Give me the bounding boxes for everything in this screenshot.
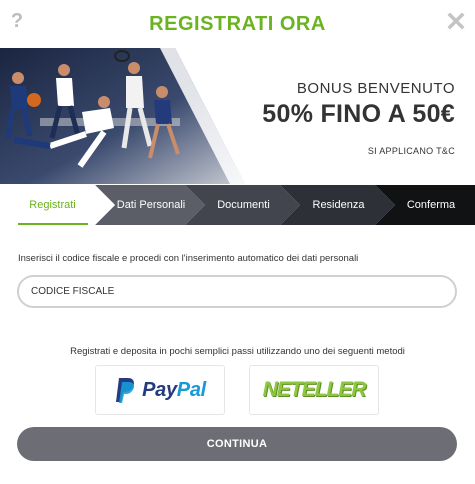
step-registrati: Registrati <box>29 199 76 211</box>
close-icon[interactable] <box>447 12 465 30</box>
paypal-button[interactable]: PayPal <box>95 365 225 415</box>
payment-methods-label: Registrati e deposita in pochi semplici … <box>70 346 405 357</box>
sports-athletes-image <box>0 48 245 184</box>
paypal-logo-text: PayPal <box>142 378 206 401</box>
terms-note: SI APPLICANO T&C <box>367 146 455 156</box>
page-title: REGISTRATI ORA <box>149 13 326 35</box>
neteller-button[interactable]: NETELLER <box>249 365 379 415</box>
step-conferma: Conferma <box>406 199 456 211</box>
registration-steps: Registrati Dati Personali Documenti Resi… <box>0 185 475 225</box>
step-residenza: Residenza <box>312 199 365 211</box>
codice-fiscale-instruction: Inserisci il codice fiscale e procedi co… <box>18 253 359 264</box>
step-documenti: Documenti <box>217 199 270 211</box>
modal-header: ? REGISTRATI ORA <box>0 0 475 48</box>
step-dati-personali: Dati Personali <box>116 199 186 211</box>
neteller-logo-text: NETELLER <box>262 378 367 401</box>
codice-fiscale-input[interactable] <box>17 275 457 308</box>
bonus-title: BONUS BENVENUTO <box>296 80 455 97</box>
bonus-banner: BONUS BENVENUTO 50% FINO A 50€ SI APPLIC… <box>0 48 475 184</box>
continue-button[interactable]: CONTINUA <box>17 427 457 461</box>
bonus-amount: 50% FINO A 50€ <box>262 100 455 128</box>
paypal-icon <box>116 378 135 403</box>
